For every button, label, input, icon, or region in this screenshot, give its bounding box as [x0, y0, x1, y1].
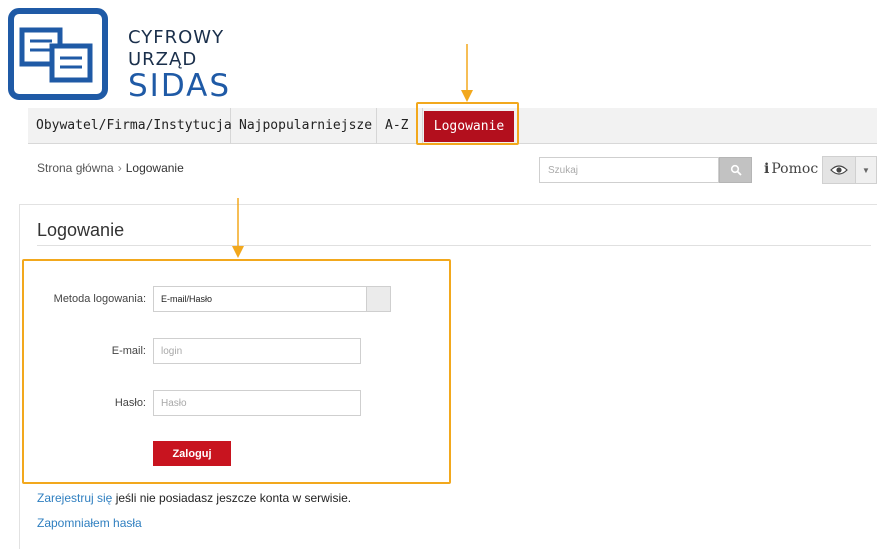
search-input[interactable]: [539, 157, 719, 183]
register-link[interactable]: Zarejestruj się: [37, 491, 112, 505]
page-title: Logowanie: [37, 220, 125, 240]
breadcrumb-home[interactable]: Strona główna: [37, 161, 114, 175]
login-method-value: E-mail/Hasło: [161, 294, 213, 304]
logo-text-line2: URZĄD: [128, 49, 198, 70]
nav-item-logowanie[interactable]: Logowanie: [424, 111, 514, 142]
register-line: Zarejestruj się jeśli nie posiadasz jesz…: [37, 491, 351, 505]
password-field[interactable]: [153, 390, 361, 416]
search-icon: [730, 164, 742, 176]
document-stack-logo-icon: [8, 8, 108, 100]
nav-item-obywatel[interactable]: Obywatel/Firma/Instytucja: [28, 108, 232, 144]
breadcrumb-current: Logowanie: [125, 161, 184, 175]
email-label: E-mail:: [111, 345, 146, 357]
dropdown-arrow-icon: [366, 287, 390, 311]
login-button[interactable]: Zaloguj: [153, 441, 231, 466]
email-field[interactable]: [153, 338, 361, 364]
nav-item-najpopularniejsze[interactable]: Najpopularniejsze: [231, 108, 377, 144]
help-link[interactable]: i Pomoc: [764, 161, 818, 177]
chevron-down-icon[interactable]: ▼: [856, 156, 877, 184]
info-icon: i: [764, 161, 770, 177]
help-label: Pomoc: [771, 161, 819, 177]
login-method-label: Metoda logowania:: [53, 293, 146, 305]
breadcrumb-separator: ›: [117, 161, 122, 175]
password-label: Hasło:: [114, 397, 146, 409]
annotation-arrow-nav: [461, 44, 473, 102]
logo-text-line1: CYFROWY: [128, 27, 225, 48]
forgot-password-link[interactable]: Zapomniałem hasła: [37, 516, 142, 530]
logo-text-line3: SIDAS: [128, 68, 232, 104]
eye-icon: [830, 165, 848, 175]
breadcrumb: Strona główna › Logowanie: [37, 161, 184, 175]
search-button[interactable]: [719, 157, 752, 183]
login-method-select[interactable]: E-mail/Hasło: [153, 286, 391, 312]
annotation-arrow-form: [232, 198, 244, 258]
accessibility-button[interactable]: [822, 156, 856, 184]
main-nav: Obywatel/Firma/Instytucja Najpopularniej…: [28, 108, 877, 144]
title-divider: [37, 245, 871, 246]
register-text: jeśli nie posiadasz jeszcze konta w serw…: [112, 491, 352, 505]
nav-item-a-z[interactable]: A-Z: [377, 108, 423, 144]
